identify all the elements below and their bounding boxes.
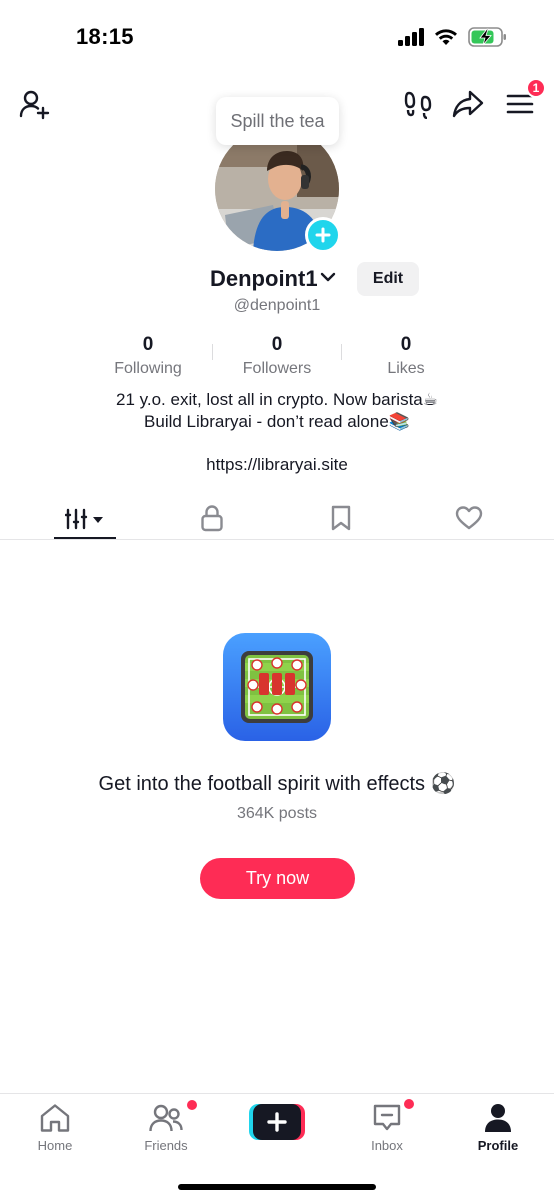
nav-profile[interactable]: Profile: [453, 1102, 543, 1153]
tab-private[interactable]: [143, 496, 281, 539]
display-name[interactable]: Denpoint1: [210, 266, 318, 292]
home-icon: [40, 1104, 70, 1132]
friends-icon: [149, 1104, 183, 1132]
try-now-button[interactable]: Try now: [200, 858, 355, 899]
add-person-icon: [19, 90, 50, 120]
battery-charging-icon: [468, 27, 506, 47]
nav-friends[interactable]: Friends: [121, 1100, 211, 1153]
share-profile-button[interactable]: [450, 86, 486, 122]
add-story-button[interactable]: [305, 217, 341, 253]
signal-icon: [398, 28, 424, 46]
heart-icon: [455, 505, 483, 529]
inbox-notification-dot: [404, 1099, 414, 1109]
tab-videos[interactable]: [16, 496, 154, 539]
bio: 21 y.o. exit, lost all in crypto. Now ba…: [0, 389, 554, 433]
stat-followers-value: 0: [271, 334, 283, 355]
videos-grid-icon: [65, 508, 103, 529]
bookmark-icon: [331, 505, 351, 530]
stat-following-label: Following: [114, 360, 182, 377]
effect-post-count: 364K posts: [236, 805, 318, 822]
status-tooltip[interactable]: Spill the tea: [216, 97, 339, 145]
create-button[interactable]: [249, 1104, 305, 1140]
create-plus-icon: [249, 1104, 305, 1140]
profile-views-button[interactable]: [400, 86, 436, 122]
inbox-icon: [373, 1104, 401, 1131]
stat-following[interactable]: 0 Following: [83, 333, 213, 379]
menu-button[interactable]: 1: [502, 78, 546, 122]
name-row: Denpoint1 Edit: [0, 262, 554, 296]
stat-followers-label: Followers: [242, 360, 312, 377]
profile-icon: [485, 1104, 511, 1132]
footprints-icon: [404, 91, 432, 119]
bio-link[interactable]: https://libraryai.site: [0, 455, 554, 475]
active-tab-indicator: [54, 537, 116, 539]
status-time: 18:15: [76, 24, 134, 49]
wifi-icon: [435, 29, 457, 45]
bio-line: 21 y.o. exit, lost all in crypto. Now ba…: [116, 390, 438, 409]
stat-following-value: 0: [142, 334, 154, 355]
tab-saved[interactable]: [272, 496, 410, 539]
bio-line: Build Libraryai - don’t read alone📚: [144, 412, 410, 431]
nav-home-label: Home: [37, 1138, 73, 1153]
add-friend-button[interactable]: [16, 86, 52, 122]
nav-inbox[interactable]: Inbox: [342, 1099, 432, 1153]
friends-notification-dot: [187, 1100, 197, 1110]
edit-profile-button[interactable]: Edit: [357, 262, 419, 296]
stat-likes-value: 0: [400, 334, 412, 355]
profile-tabs: [0, 496, 554, 540]
username: @denpoint1: [233, 297, 321, 314]
nav-profile-label: Profile: [477, 1138, 519, 1153]
nav-inbox-label: Inbox: [371, 1138, 403, 1153]
tab-liked[interactable]: [400, 496, 538, 539]
nav-home[interactable]: Home: [10, 1102, 100, 1153]
football-pitch-icon: [241, 651, 313, 723]
chevron-down-icon[interactable]: [319, 270, 337, 284]
menu-notification-badge: 1: [526, 78, 546, 98]
share-arrow-icon: [452, 90, 484, 118]
lock-icon: [201, 504, 223, 531]
status-icons: [398, 27, 508, 47]
home-indicator: [178, 1184, 376, 1190]
nav-friends-label: Friends: [144, 1138, 188, 1153]
plus-icon: [315, 227, 331, 243]
effect-title: Get into the football spirit with effect…: [98, 773, 456, 795]
stat-followers[interactable]: 0 Followers: [212, 333, 342, 379]
effect-thumbnail[interactable]: [223, 633, 331, 741]
stat-likes-label: Likes: [387, 360, 425, 377]
stat-likes[interactable]: 0 Likes: [341, 333, 471, 379]
